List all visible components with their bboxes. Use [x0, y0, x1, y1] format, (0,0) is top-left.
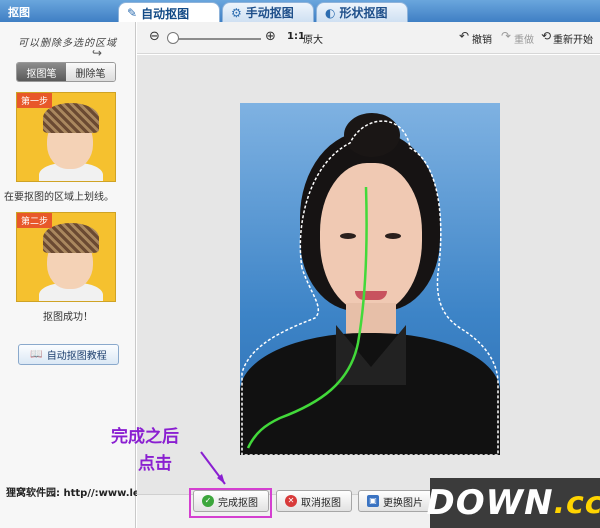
zoom-slider[interactable] [171, 38, 261, 40]
curved-arrow-icon: ↪ [92, 46, 103, 60]
portrait-photo[interactable] [240, 103, 500, 455]
tutorial-button[interactable]: 📖 自动抠图教程 [18, 344, 119, 365]
step1-thumbnail: 第一步 [16, 92, 116, 182]
cancel-cutout-label: 取消抠图 [301, 497, 341, 509]
original-size-button[interactable]: 原大 [303, 31, 323, 46]
window-title: 抠图 [8, 6, 30, 19]
tab-manual-cutout[interactable]: ⚙ 手动抠图 [222, 2, 314, 22]
erase-pen-button[interactable]: 删除笔 [66, 63, 115, 81]
watermark-logo: DOWN .cc [426, 478, 600, 528]
mode-switch: 抠图笔 删除笔 [16, 62, 116, 82]
undo-icon[interactable]: ↶ [459, 29, 469, 43]
book-icon: 📖 [30, 349, 43, 360]
tab-label: 形状抠图 [339, 6, 388, 20]
annotation-line2: 点击 [138, 454, 172, 474]
redo-icon[interactable]: ↷ [501, 29, 511, 43]
brush-icon: ✎ [127, 6, 138, 20]
image-icon: ▣ [367, 495, 379, 507]
tab-auto-cutout[interactable]: ✎ 自动抠图 [118, 2, 220, 23]
cutout-pen-button[interactable]: 抠图笔 [17, 63, 66, 81]
step1-badge: 第一步 [17, 93, 53, 108]
tab-label: 自动抠图 [141, 6, 190, 21]
undo-button[interactable]: 撤销 [472, 31, 492, 46]
zoom-out-icon[interactable]: ⊖ [149, 29, 160, 44]
annotation-line1: 完成之后 [111, 427, 179, 447]
step2-caption: 抠图成功！ [43, 312, 93, 323]
step2-badge: 第二步 [17, 213, 53, 228]
selection-overlay [241, 120, 499, 455]
step1-caption: 在要抠图的区域上划线。 [4, 192, 114, 203]
sidebar: 可以删除多选的区域 ↪ 抠图笔 删除笔 第一步 在要抠图的区域上划线。 第二步 … [0, 22, 136, 528]
cancel-icon: ✕ [285, 495, 297, 507]
toolbar: ⊖ ⊕ 1:1 原大 ↶ 撤销 ↷ 重做 ⟲ 重新开始 [137, 22, 600, 54]
redo-button[interactable]: 重做 [514, 31, 534, 46]
zoom-slider-knob[interactable] [167, 32, 179, 44]
watermark-main: DOWN [426, 483, 554, 523]
tutorial-label: 自动抠图教程 [46, 351, 107, 362]
annotation-arrow-icon [200, 451, 226, 485]
restart-icon[interactable]: ⟲ [541, 29, 551, 43]
step2-thumbnail: 第二步 [16, 212, 116, 302]
tab-label: 手动抠图 [245, 6, 294, 20]
annotation-highlight-box [189, 488, 272, 518]
tab-shape-cutout[interactable]: ◐ 形状抠图 [316, 2, 408, 22]
gear-icon: ⚙ [231, 5, 242, 20]
zoom-in-icon[interactable]: ⊕ [265, 29, 276, 44]
watermark-suffix: .cc [553, 485, 600, 521]
replace-image-button[interactable]: ▣ 更换图片 [358, 490, 434, 512]
hint-text: 可以删除多选的区域 [18, 38, 117, 49]
brush-stroke [246, 186, 368, 449]
cancel-cutout-button[interactable]: ✕ 取消抠图 [276, 490, 352, 512]
shapes-icon: ◐ [325, 5, 336, 20]
replace-image-label: 更换图片 [383, 497, 423, 509]
selection-outline [241, 120, 499, 455]
restart-button[interactable]: 重新开始 [553, 31, 593, 46]
